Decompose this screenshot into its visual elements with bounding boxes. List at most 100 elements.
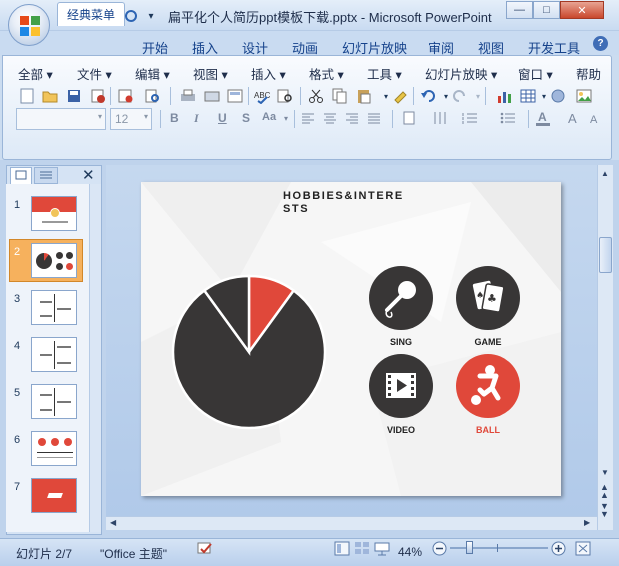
bold-button[interactable]: B	[170, 111, 179, 125]
hobby-circle-ball[interactable]	[456, 354, 520, 418]
bullets-icon[interactable]	[498, 108, 518, 128]
slides-pane-close-button[interactable]: ✕	[82, 166, 95, 184]
shadow-button[interactable]: S	[242, 111, 250, 125]
slide-title[interactable]: HOBBIES&INTERE STS	[283, 190, 443, 216]
tab-home[interactable]: 开始	[142, 36, 168, 56]
email-icon[interactable]	[116, 86, 136, 106]
slide-thumbnail-7[interactable]	[31, 478, 77, 513]
spelling-icon[interactable]: ABC	[252, 86, 272, 106]
italic-button[interactable]: I	[194, 111, 199, 126]
insert-chart-icon[interactable]	[494, 86, 514, 106]
clip-art-icon[interactable]	[548, 86, 568, 106]
maximize-button[interactable]: □	[533, 1, 560, 19]
slide-thumbnail-2[interactable]	[31, 243, 77, 278]
spell-check-icon[interactable]	[196, 541, 214, 560]
insert-picture-icon[interactable]	[574, 86, 594, 106]
align-left-icon[interactable]	[298, 108, 318, 128]
menu-slideshow[interactable]: 幻灯片放映 ▾	[425, 64, 497, 83]
menu-view[interactable]: 视图 ▾	[193, 64, 228, 83]
layout-icon[interactable]	[225, 86, 245, 106]
menu-help[interactable]: 帮助	[576, 64, 602, 83]
scroll-right-icon[interactable]: ▶	[584, 518, 590, 527]
open-icon[interactable]	[40, 86, 60, 106]
menu-format[interactable]: 格式 ▾	[309, 64, 344, 83]
tab-design[interactable]: 设计	[242, 36, 268, 56]
office-button[interactable]	[8, 4, 50, 46]
zoom-in-button[interactable]	[551, 541, 566, 559]
save-toolbar-icon[interactable]	[64, 86, 84, 106]
permission-icon[interactable]	[88, 86, 108, 106]
help-icon[interactable]: ?	[593, 36, 608, 51]
zoom-level[interactable]: 44%	[398, 545, 422, 559]
editor-vertical-scrollbar[interactable]: ▲ ▼ ▲ ▲ ▼ ▼	[597, 165, 613, 530]
tab-outline-view[interactable]	[34, 167, 58, 184]
tab-slideshow[interactable]: 幻灯片放映	[342, 36, 407, 56]
slide-thumbnail-1[interactable]	[31, 196, 77, 231]
next-slide-icon[interactable]: ▼ ▼	[600, 502, 609, 519]
align-center-icon[interactable]	[320, 108, 340, 128]
hobby-circle-game[interactable]: ♣ ♠	[456, 266, 520, 330]
slide-thumbnail-3[interactable]	[31, 290, 77, 325]
change-case-button[interactable]: Aa	[262, 111, 276, 123]
justify-icon[interactable]	[364, 108, 384, 128]
undo-toolbar-icon[interactable]	[418, 86, 438, 106]
hobby-pie-chart[interactable]	[169, 272, 329, 432]
columns-icon[interactable]	[430, 108, 450, 128]
editor-horizontal-scrollbar[interactable]: ◀ ▶	[106, 516, 597, 530]
scroll-up-icon[interactable]: ▲	[601, 169, 609, 178]
menu-edit[interactable]: 编辑 ▾	[135, 64, 170, 83]
numbering-icon[interactable]	[460, 108, 480, 128]
customize-qat-icon[interactable]: ▾	[146, 7, 156, 25]
quick-print-icon[interactable]	[202, 86, 222, 106]
tab-view[interactable]: 视图	[478, 36, 504, 56]
menu-file[interactable]: 文件 ▾	[77, 64, 112, 83]
hobby-circle-sing[interactable]	[369, 266, 433, 330]
redo-toolbar-icon[interactable]	[450, 86, 470, 106]
scroll-thumb[interactable]	[599, 237, 612, 273]
zoom-slider-thumb[interactable]	[465, 541, 473, 554]
fit-to-window-button[interactable]	[575, 541, 591, 559]
scroll-down-icon[interactable]: ▼	[601, 468, 609, 477]
menu-insert[interactable]: 插入 ▾	[251, 64, 286, 83]
font-size-combo[interactable]: 12 ▾	[110, 108, 152, 130]
normal-view-button[interactable]	[334, 541, 350, 559]
slide-thumbnail-6[interactable]	[31, 431, 77, 466]
zoom-out-button[interactable]	[432, 541, 447, 559]
case-dropdown-icon[interactable]: ▾	[276, 108, 296, 128]
format-painter-icon[interactable]	[390, 86, 410, 106]
scroll-left-icon[interactable]: ◀	[110, 518, 116, 527]
slides-pane-scrollbar[interactable]	[89, 184, 101, 532]
cut-icon[interactable]	[306, 86, 326, 106]
paste-icon[interactable]	[354, 86, 374, 106]
menu-all[interactable]: 全部 ▾	[18, 64, 53, 83]
tab-insert[interactable]: 插入	[192, 36, 218, 56]
tab-review[interactable]: 审阅	[428, 36, 454, 56]
font-name-combo[interactable]: ▾	[16, 108, 106, 130]
font-size-shrink-icon[interactable]: A	[586, 108, 606, 128]
hobby-circle-video[interactable]	[369, 354, 433, 418]
minimize-button[interactable]: —	[506, 1, 533, 19]
slide-thumbnail-5[interactable]	[31, 384, 77, 419]
menu-window[interactable]: 窗口 ▾	[518, 64, 553, 83]
new-icon[interactable]	[17, 86, 37, 106]
print-preview-icon[interactable]	[142, 86, 162, 106]
underline-button[interactable]: U	[218, 111, 227, 125]
slide-sorter-button[interactable]	[354, 541, 370, 559]
previous-slide-icon[interactable]: ▲ ▲	[600, 483, 609, 500]
menu-tools[interactable]: 工具 ▾	[367, 64, 402, 83]
line-spacing-icon[interactable]	[400, 108, 420, 128]
slide-canvas[interactable]: HOBBIES&INTERE STS SING ♣ ♠ GAME VIDEO B…	[141, 182, 561, 496]
tab-animation[interactable]: 动画	[292, 36, 318, 56]
print-icon[interactable]	[178, 86, 198, 106]
close-button[interactable]: ✕	[560, 1, 604, 19]
tab-developer[interactable]: 开发工具	[528, 36, 580, 56]
copy-icon[interactable]	[330, 86, 350, 106]
slide-thumbnail-4[interactable]	[31, 337, 77, 372]
font-color-icon[interactable]: A	[533, 108, 553, 128]
slideshow-button[interactable]	[374, 541, 390, 559]
research-icon[interactable]	[275, 86, 295, 106]
tab-classic-menu[interactable]: 经典菜单	[57, 2, 125, 26]
align-right-icon[interactable]	[342, 108, 362, 128]
font-size-grow-icon[interactable]: A	[565, 108, 585, 128]
tab-slides-view[interactable]	[10, 167, 32, 184]
